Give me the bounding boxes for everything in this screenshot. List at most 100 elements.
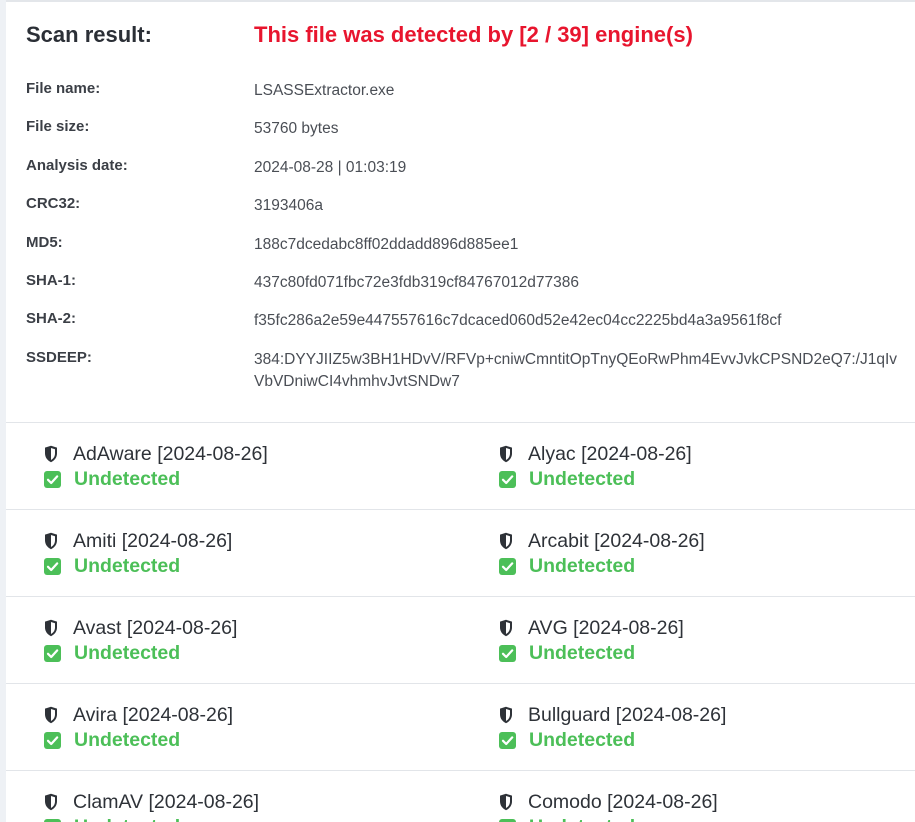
file-info-value: 437c80fd071fbc72e3fdb319cf84767012d77386 <box>254 272 904 294</box>
check-square-icon <box>44 819 61 822</box>
file-info-value: 53760 bytes <box>254 118 904 140</box>
engine-status-line: Undetected <box>44 467 180 491</box>
file-info-value: 384:DYYJIIZ5w3BH1HDvV/RFVp+cniwCmntitOpT… <box>254 349 904 393</box>
engine-row: Avast [2024-08-26]UndetectedAVG [2024-08… <box>6 596 915 683</box>
engine-result: Bullguard [2024-08-26]Undetected <box>499 683 915 743</box>
engine-row: ClamAV [2024-08-26]UndetectedComodo [202… <box>6 770 915 822</box>
shield-icon <box>44 619 58 637</box>
engine-result: Avira [2024-08-26]Undetected <box>44 683 464 743</box>
engine-name-line: Amiti [2024-08-26] <box>44 529 232 553</box>
file-info-row: CRC32: 3193406a <box>26 195 906 233</box>
file-info-key: Analysis date: <box>26 157 128 174</box>
shield-icon <box>44 793 58 811</box>
file-info-row: File name:LSASSExtractor.exe <box>26 80 906 118</box>
file-info-value: 2024-08-28 | 01:03:19 <box>254 157 904 179</box>
check-square-icon <box>44 471 61 488</box>
engine-name-line: Arcabit [2024-08-26] <box>499 529 705 553</box>
engine-status: Undetected <box>529 555 635 578</box>
engine-name: Comodo [2024-08-26] <box>528 791 718 814</box>
check-square-icon <box>44 732 61 749</box>
file-info-value: 188c7dcedabc8ff02ddadd896d885ee1 <box>254 234 904 256</box>
check-square-icon <box>44 558 61 575</box>
engine-status: Undetected <box>529 642 635 665</box>
file-info-table: File name:LSASSExtractor.exeFile size: 53… <box>26 80 906 387</box>
shield-icon <box>44 706 58 724</box>
file-info-key: MD5: <box>26 234 63 251</box>
scan-result-panel: Scan result: This file was detected by [… <box>6 0 915 822</box>
check-square-icon <box>499 645 516 662</box>
engine-name-line: Alyac [2024-08-26] <box>499 442 692 466</box>
engine-name: AdAware [2024-08-26] <box>73 443 268 466</box>
file-info-key: File size: <box>26 118 89 135</box>
file-info-key: CRC32: <box>26 195 80 212</box>
scan-result-header: Scan result: This file was detected by [… <box>26 22 906 52</box>
engine-row: AdAware [2024-08-26]UndetectedAlyac [202… <box>6 422 915 509</box>
file-info-value: LSASSExtractor.exe <box>254 80 904 102</box>
engine-name-line: Avast [2024-08-26] <box>44 616 237 640</box>
engine-status: Undetected <box>74 729 180 752</box>
engine-status: Undetected <box>74 555 180 578</box>
engine-result: ClamAV [2024-08-26] Undetected <box>44 770 464 822</box>
engine-result: Amiti [2024-08-26]Undetected <box>44 509 464 569</box>
engine-name-line: Comodo [2024-08-26] <box>499 790 718 814</box>
engine-name: Bullguard [2024-08-26] <box>528 704 726 727</box>
engine-status-line: Undetected <box>44 554 180 578</box>
engine-status: Undetected <box>529 729 635 752</box>
engine-row: Amiti [2024-08-26]UndetectedArcabit [202… <box>6 509 915 596</box>
file-info-row: SHA-1: 437c80fd071fbc72e3fdb319cf84767012… <box>26 272 906 310</box>
engine-name: AVG [2024-08-26] <box>528 617 684 640</box>
engine-status: Undetected <box>74 816 180 822</box>
engine-name-line: AVG [2024-08-26] <box>499 616 684 640</box>
shield-icon <box>44 532 58 550</box>
engine-result: AVG [2024-08-26]Undetected <box>499 596 915 656</box>
check-square-icon <box>499 819 516 822</box>
scan-verdict: This file was detected by [2 / 39] engin… <box>254 22 693 48</box>
engine-result: Comodo [2024-08-26] Undetected <box>499 770 915 822</box>
engine-result: AdAware [2024-08-26]Undetected <box>44 422 464 482</box>
shield-icon <box>499 619 513 637</box>
engine-result: Arcabit [2024-08-26]Undetected <box>499 509 915 569</box>
engine-status-line: Undetected <box>499 815 635 822</box>
engine-name-line: Bullguard [2024-08-26] <box>499 703 726 727</box>
engine-status: Undetected <box>529 816 635 822</box>
file-info-row: File size: 53760 bytes <box>26 118 906 156</box>
check-square-icon <box>499 732 516 749</box>
file-info-key: SSDEEP: <box>26 349 92 366</box>
engine-status-line: Undetected <box>44 728 180 752</box>
engine-status: Undetected <box>74 468 180 491</box>
engine-name-line: AdAware [2024-08-26] <box>44 442 268 466</box>
engine-name: Arcabit [2024-08-26] <box>528 530 705 553</box>
engine-name: Avast [2024-08-26] <box>73 617 237 640</box>
engine-name: Avira [2024-08-26] <box>73 704 233 727</box>
engine-status-line: Undetected <box>44 641 180 665</box>
file-info-value: f35fc286a2e59e447557616c7dcaced060d52e42… <box>254 310 904 332</box>
engine-name: Alyac [2024-08-26] <box>528 443 692 466</box>
engine-status-line: Undetected <box>499 728 635 752</box>
engine-name-line: ClamAV [2024-08-26] <box>44 790 259 814</box>
engine-status: Undetected <box>529 468 635 491</box>
check-square-icon <box>499 558 516 575</box>
file-info-row: SSDEEP:384:DYYJIIZ5w3BH1HDvV/RFVp+cniwCm… <box>26 349 906 387</box>
shield-icon <box>499 445 513 463</box>
engine-result: Alyac [2024-08-26]Undetected <box>499 422 915 482</box>
engine-name: Amiti [2024-08-26] <box>73 530 232 553</box>
engine-name: ClamAV [2024-08-26] <box>73 791 259 814</box>
engine-status-line: Undetected <box>499 641 635 665</box>
scan-result-label: Scan result: <box>26 22 152 48</box>
engine-status-line: Undetected <box>499 467 635 491</box>
file-info-key: SHA-2: <box>26 310 76 327</box>
engine-status-line: Undetected <box>44 815 180 822</box>
engine-status: Undetected <box>74 642 180 665</box>
engine-row: Avira [2024-08-26]UndetectedBullguard [2… <box>6 683 915 770</box>
file-info-value: 3193406a <box>254 195 904 217</box>
shield-icon <box>499 793 513 811</box>
check-square-icon <box>44 645 61 662</box>
check-square-icon <box>499 471 516 488</box>
engine-status-line: Undetected <box>499 554 635 578</box>
file-info-row: SHA-2: f35fc286a2e59e447557616c7dcaced060… <box>26 310 906 348</box>
shield-icon <box>499 706 513 724</box>
file-info-row: Analysis date: 2024-08-28 | 01:03:19 <box>26 157 906 195</box>
file-info-key: SHA-1: <box>26 272 76 289</box>
file-info-row: MD5: 188c7dcedabc8ff02ddadd896d885ee1 <box>26 234 906 272</box>
shield-icon <box>44 445 58 463</box>
